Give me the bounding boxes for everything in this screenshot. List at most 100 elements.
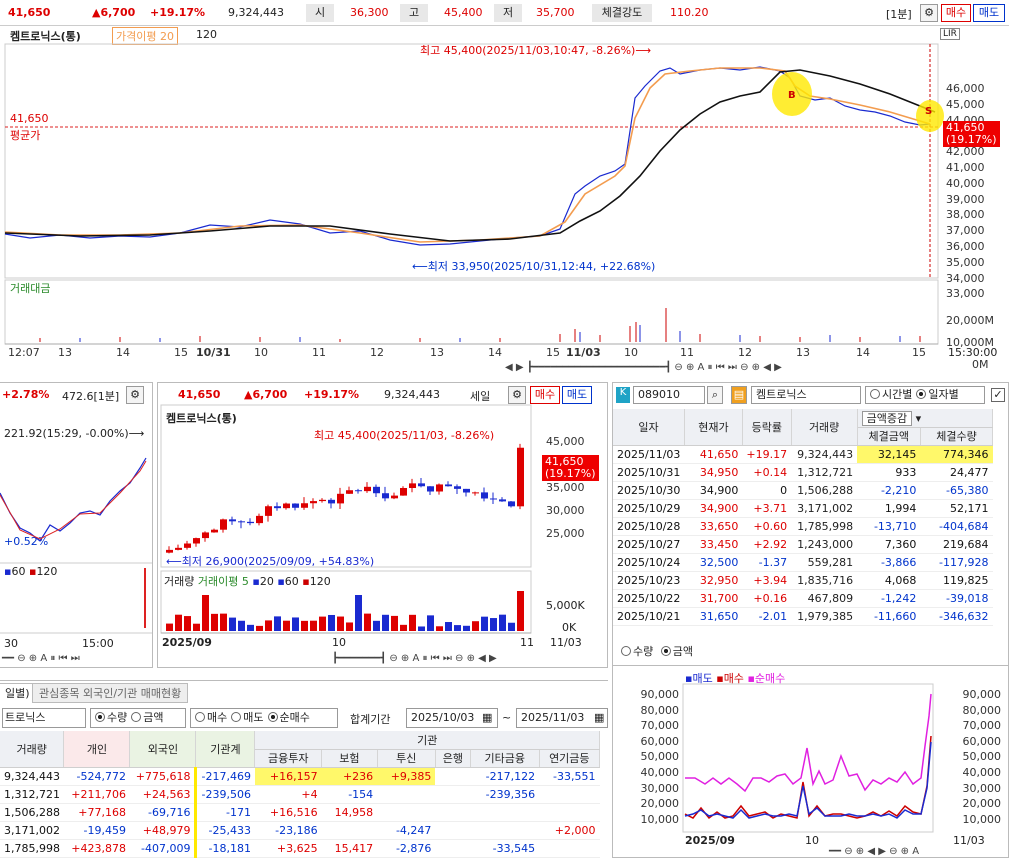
chart-scroll-controls[interactable]: ◀ ▶ ┣━━━━━━━━━━━━━━━━━━━━━━┫ ⊖ ⊕ A ⏸ ⏮ ⏭… (505, 362, 915, 376)
volume-bar (472, 621, 479, 631)
candle (391, 495, 398, 499)
inst-cell-tr: -4,247 (377, 821, 436, 840)
opt-amt[interactable]: 금액 (673, 645, 693, 658)
inst-row[interactable]: 1,312,721 +211,706 +24,563 -239,506 +4 -154 -2… (0, 785, 600, 804)
daily-scroll[interactable]: ┣━━━━━━━┫ ⊖ ⊕ A ⏸ ⏮ ⏭ ⊖ ⊕ ◀ ▶ (332, 653, 497, 664)
volume-bar (355, 595, 362, 631)
trade-row[interactable]: 2025/10/31 34,950 +0.14 1,312,721 933 24,477 (613, 463, 993, 482)
period-label[interactable]: [1분] (886, 6, 912, 22)
cell-date: 2025/10/27 (613, 535, 685, 554)
trade-row[interactable]: 2025/10/28 33,650 +0.60 1,785,998 -13,710 -40… (613, 517, 993, 536)
buy-button[interactable]: 매수 (941, 4, 971, 22)
sell-button[interactable]: 매도 (973, 4, 1005, 22)
tab-watchlist-foreign[interactable]: 관심종목 외국인/기관 매매현황 (32, 683, 189, 703)
trade-row[interactable]: 2025/10/23 32,950 +3.94 1,835,716 4,068 119,8… (613, 571, 993, 590)
col-date: 일자 (613, 409, 685, 446)
cell-price: 41,650 (684, 445, 743, 464)
calendar-icon[interactable]: ▦ (482, 711, 492, 724)
gear-icon[interactable]: ⚙ (920, 4, 938, 22)
trade-type-radio[interactable]: 매수 매도 순매수 (190, 708, 338, 728)
candle (490, 498, 497, 500)
inst-row[interactable]: 1,506,288 +77,168 -69,716 -171 +16,516 14,958 (0, 803, 600, 822)
opt-buy[interactable]: 매수 (207, 711, 227, 724)
candle (463, 488, 470, 493)
col-b-inst-total: 기관계 (195, 731, 256, 768)
trade-strength: 110.20 (670, 6, 709, 19)
volume-bar (436, 626, 443, 631)
time-box: 15:30:00 (948, 346, 998, 359)
cell-price: 33,650 (684, 517, 743, 536)
trade-row[interactable]: 2025/10/29 34,900 +3.71 3,171,002 1,994 52,17… (613, 499, 993, 518)
time-tick: 10/31 (196, 346, 231, 359)
mini-gear-icon[interactable]: ⚙ (126, 386, 144, 404)
inst-cell-ins: 15,417 (321, 839, 378, 858)
trade-row[interactable]: 2025/10/22 31,700 +0.16 467,809 -1,242 -39,01… (613, 589, 993, 608)
chart-mode-radio[interactable]: 수량 금액 (617, 643, 693, 659)
opt-sell[interactable]: 매도 (243, 711, 263, 724)
view-mode-radio[interactable]: 시간별 일자별 (865, 386, 985, 404)
candle (445, 484, 452, 487)
price-change: ▲6,700 (92, 6, 136, 19)
cell-qty: 24,477 (920, 463, 993, 482)
search-icon[interactable]: ⌕ (707, 386, 723, 404)
inst-cell-ins (321, 821, 378, 840)
inst-row[interactable]: 1,785,998 +423,878 -407,009 -18,181 +3,625 15… (0, 839, 600, 858)
inst-row[interactable]: 3,171,002 -19,459 +48,979 -25,433 -23,186 -4,… (0, 821, 600, 840)
time-tick: 11 (312, 346, 326, 359)
unit-radio[interactable]: 수량 금액 (90, 708, 186, 728)
volume-bar (517, 591, 524, 631)
stock-name-field[interactable]: 켐트로닉스 (751, 386, 861, 404)
candle (436, 484, 443, 492)
opt-net[interactable]: 순매수 (280, 711, 310, 724)
opt-time[interactable]: 시간별 (882, 388, 912, 401)
time-tick: 15 (912, 346, 926, 359)
investor-scroll[interactable]: ━━ ⊖ ⊕ ◀ ▶ ⊖ ⊕ A (829, 846, 919, 857)
high-price: 45,400 (444, 6, 483, 19)
inst-cell-bank (435, 767, 471, 786)
investor-tick-left: 10,000 (640, 812, 680, 826)
trade-row[interactable]: 2025/10/24 32,500 -1.37 559,281 -3,866 -117,9… (613, 553, 993, 572)
volume-bar (238, 620, 245, 631)
folder-icon[interactable]: ▤ (731, 386, 747, 404)
time-tick: 12:07 (8, 346, 40, 359)
cell-qty: 52,171 (920, 499, 993, 518)
inst-cell-etc: -217,122 (470, 767, 540, 786)
strength-label: 체결강도 (592, 4, 652, 22)
cell-amount: -11,660 (857, 607, 921, 626)
checkbox[interactable]: ✓ (991, 388, 1005, 402)
candle (472, 492, 479, 494)
amount-select[interactable]: 금액증감 (861, 410, 913, 426)
stock-code-input[interactable]: 089010 (633, 386, 705, 404)
candle (184, 543, 191, 548)
opt-amt-b[interactable]: 금액 (143, 711, 163, 724)
calendar-icon-2[interactable]: ▦ (594, 711, 604, 724)
trade-row[interactable]: 2025/11/03 41,650 +19.17 9,324,443 32,145 774… (613, 445, 993, 464)
inst-cell-bank (435, 821, 471, 840)
cell-volume: 9,324,443 (791, 445, 858, 464)
inst-cell-ind: +211,706 (63, 785, 130, 804)
bottom-stock-field[interactable]: 트로닉스 (2, 708, 86, 728)
inst-cell-ind: +77,168 (63, 803, 130, 822)
mini-scroll[interactable]: ━━ ⊖ ⊕ A ⏸ ⏮ ⏭ (2, 653, 80, 664)
opt-day[interactable]: 일자별 (928, 388, 958, 401)
cell-volume: 1,785,998 (791, 517, 858, 536)
trade-row[interactable]: 2025/10/21 31,650 -2.01 1,979,385 -11,660 -34… (613, 607, 993, 626)
candle (328, 499, 335, 504)
candle (247, 521, 254, 524)
daily-vol-ma: 거래이평 5 (197, 575, 249, 588)
candle (409, 483, 416, 488)
avg-price-label: 평균가 (10, 129, 41, 142)
cell-rate: -2.01 (742, 607, 792, 626)
cell-price: 31,650 (684, 607, 743, 626)
volume-bar (193, 623, 200, 631)
opt-qty-b[interactable]: 수량 (107, 711, 127, 724)
trade-row[interactable]: 2025/10/27 33,450 +2.92 1,243,000 7,360 219,6… (613, 535, 993, 554)
opt-qty[interactable]: 수량 (633, 645, 653, 658)
cell-qty: -65,380 (920, 481, 993, 500)
mini-x1: 30 (4, 637, 18, 650)
inst-row[interactable]: 9,324,443 -524,772 +775,618 -217,469 +16,157… (0, 767, 600, 786)
trade-row[interactable]: 2025/10/30 34,900 0 1,506,288 -2,210 -65,380 (613, 481, 993, 500)
candle (418, 483, 425, 487)
low-price: 35,700 (536, 6, 575, 19)
main-price-chart (4, 43, 944, 345)
